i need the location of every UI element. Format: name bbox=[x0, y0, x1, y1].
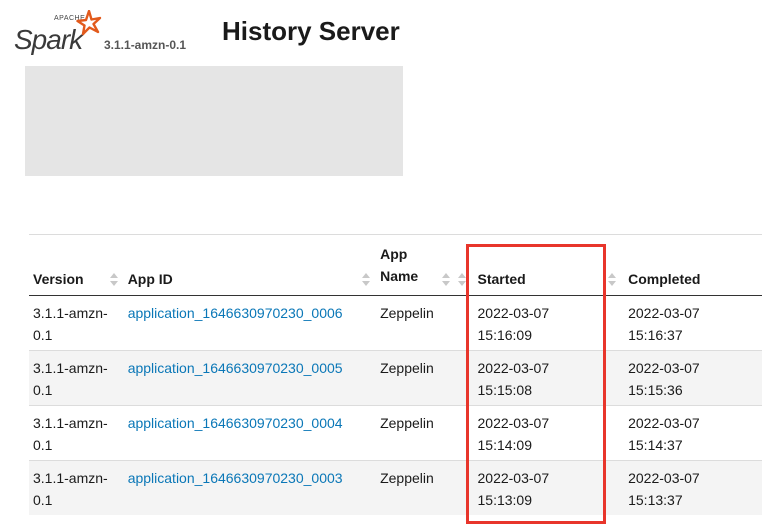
column-header-label: Started bbox=[477, 271, 526, 287]
app-id-link[interactable]: application_1646630970230_0006 bbox=[128, 305, 343, 321]
app-id-link[interactable]: application_1646630970230_0003 bbox=[128, 470, 343, 486]
redacted-region bbox=[25, 66, 403, 176]
spark-star-icon bbox=[76, 10, 102, 36]
cell-version: 3.1.1-amzn-0.1 bbox=[29, 295, 124, 351]
spark-logo-icon[interactable]: APACHE Spark bbox=[12, 8, 102, 56]
column-header-label: Completed bbox=[628, 271, 701, 287]
cell-app-name: Zeppelin bbox=[376, 350, 456, 406]
column-header-app-name[interactable]: App Name bbox=[376, 234, 456, 296]
column-header-label: Version bbox=[33, 271, 84, 287]
cell-completed: 2022-03-07 15:14:37 bbox=[606, 405, 762, 461]
logo-spark-text: Spark bbox=[14, 24, 83, 55]
cell-started: 2022-03-07 15:15:08 bbox=[455, 350, 607, 406]
column-header-label: App Name bbox=[380, 246, 419, 284]
cell-started: 2022-03-07 15:13:09 bbox=[455, 460, 607, 515]
table-row: 3.1.1-amzn-0.1 application_1646630970230… bbox=[29, 460, 762, 515]
applications-table: Version App ID App Name Started Complete… bbox=[29, 234, 762, 515]
column-header-started[interactable]: Started bbox=[455, 234, 607, 296]
cell-app-id: application_1646630970230_0004 bbox=[123, 405, 377, 461]
cell-completed: 2022-03-07 15:16:37 bbox=[606, 295, 762, 351]
sort-icon[interactable] bbox=[608, 273, 617, 287]
app-id-link[interactable]: application_1646630970230_0004 bbox=[128, 415, 343, 431]
cell-app-name: Zeppelin bbox=[376, 460, 456, 515]
sort-icon[interactable] bbox=[441, 273, 450, 287]
sort-icon[interactable] bbox=[362, 273, 371, 287]
header: APACHE Spark 3.1.1-amzn-0.1 History Serv… bbox=[0, 0, 762, 60]
cell-version: 3.1.1-amzn-0.1 bbox=[29, 460, 124, 515]
cell-version: 3.1.1-amzn-0.1 bbox=[29, 405, 124, 461]
cell-app-id: application_1646630970230_0006 bbox=[123, 295, 377, 351]
cell-app-id: application_1646630970230_0005 bbox=[123, 350, 377, 406]
cell-app-name: Zeppelin bbox=[376, 405, 456, 461]
column-header-app-id[interactable]: App ID bbox=[123, 234, 377, 296]
table-row: 3.1.1-amzn-0.1 application_1646630970230… bbox=[29, 405, 762, 461]
cell-started: 2022-03-07 15:14:09 bbox=[455, 405, 607, 461]
cell-started: 2022-03-07 15:16:09 bbox=[455, 295, 607, 351]
page-title: History Server bbox=[222, 16, 400, 46]
cell-version: 3.1.1-amzn-0.1 bbox=[29, 350, 124, 406]
column-header-completed[interactable]: Completed bbox=[606, 234, 762, 296]
sort-icon[interactable] bbox=[109, 273, 118, 287]
cell-completed: 2022-03-07 15:15:36 bbox=[606, 350, 762, 406]
column-header-label: App ID bbox=[127, 271, 173, 287]
table-row: 3.1.1-amzn-0.1 application_1646630970230… bbox=[29, 350, 762, 406]
table-row: 3.1.1-amzn-0.1 application_1646630970230… bbox=[29, 295, 762, 351]
cell-app-name: Zeppelin bbox=[376, 295, 456, 351]
cell-app-id: application_1646630970230_0003 bbox=[123, 460, 377, 515]
sort-icon[interactable] bbox=[457, 273, 466, 287]
column-header-version[interactable]: Version bbox=[29, 234, 124, 296]
table-header-row: Version App ID App Name Started Complete… bbox=[29, 234, 762, 296]
spark-version-label: 3.1.1-amzn-0.1 bbox=[104, 38, 187, 52]
app-id-link[interactable]: application_1646630970230_0005 bbox=[128, 360, 343, 376]
cell-completed: 2022-03-07 15:13:37 bbox=[606, 460, 762, 515]
